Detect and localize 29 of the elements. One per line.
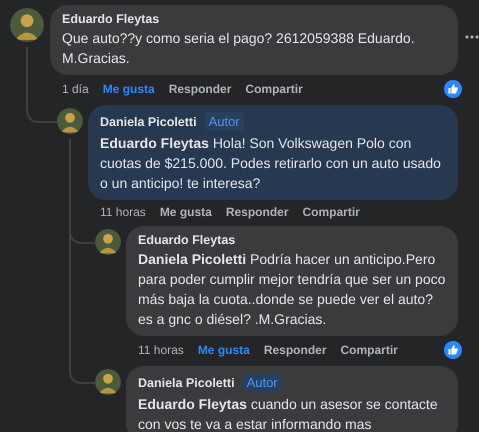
action-link[interactable]: Compartir bbox=[340, 343, 398, 357]
comment-text: Eduardo Fleytas cuando un asesor se contacte con vos te va a estar informando mas bbox=[138, 395, 439, 432]
action-link[interactable]: Me gusta bbox=[160, 205, 212, 219]
action-link[interactable]: Compartir bbox=[302, 205, 360, 219]
author-badge: Autor bbox=[242, 373, 282, 392]
action-link[interactable]: Compartir bbox=[245, 82, 303, 96]
comment-text: Daniela Picoletti Podría hacer un anticipo.Pero para poder cumplir mejor tendría que ser un poco más baja la cuota..donde se puede ver el auto?es a gnc o diésel? .M.Gracias. bbox=[138, 250, 446, 329]
action-link[interactable]: Responder bbox=[168, 82, 232, 96]
avatar[interactable] bbox=[95, 369, 121, 395]
timestamp[interactable]: 11 horas bbox=[100, 205, 146, 219]
more-icon[interactable] bbox=[465, 35, 479, 39]
action-link[interactable]: Me gusta bbox=[102, 82, 155, 96]
author-badge: Autor bbox=[204, 112, 244, 131]
action-link[interactable]: Responder bbox=[264, 343, 327, 357]
author-name[interactable]: Eduardo Fleytas bbox=[138, 233, 236, 247]
author-name[interactable]: Eduardo Fleytas bbox=[62, 12, 160, 26]
comment-text: Eduardo Fleytas Hola! Son Volkswagen Polo con cuotas de $215.000. Podes retirarlo con un auto usado o un anticipo! te interesa? bbox=[100, 134, 442, 193]
like-icon[interactable] bbox=[444, 80, 462, 98]
like-icon[interactable] bbox=[444, 341, 462, 359]
avatar[interactable] bbox=[10, 8, 44, 42]
action-link[interactable]: Responder bbox=[226, 205, 289, 219]
comment-text: Que auto??y como seria el pago? 2612059388 Eduardo. M.Gracias. bbox=[62, 29, 416, 68]
action-link[interactable]: Me gusta bbox=[198, 343, 250, 357]
avatar[interactable] bbox=[95, 229, 121, 255]
author-name[interactable]: Daniela Picoletti bbox=[138, 376, 235, 390]
avatar[interactable] bbox=[57, 108, 83, 134]
timestamp[interactable]: 1 día bbox=[62, 82, 89, 96]
timestamp[interactable]: 11 horas bbox=[138, 343, 184, 357]
author-name[interactable]: Daniela Picoletti bbox=[100, 114, 197, 128]
